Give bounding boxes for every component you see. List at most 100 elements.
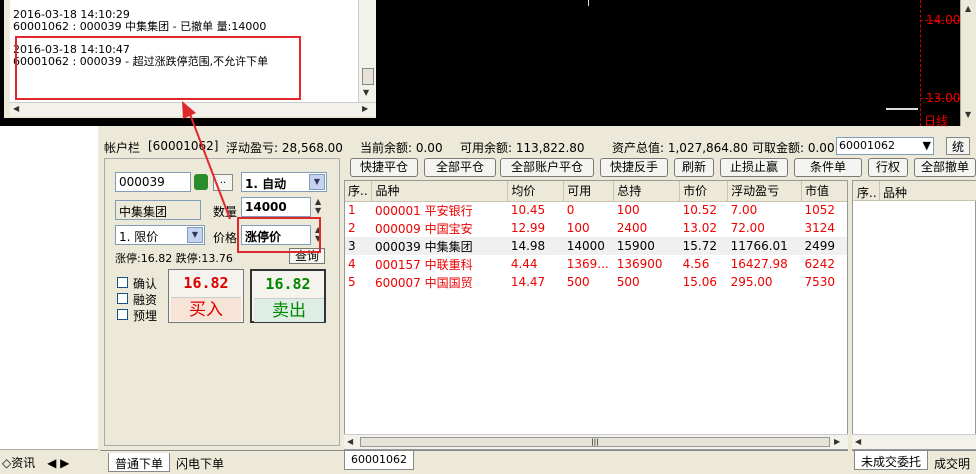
- price-type-value: 1. 限价: [119, 230, 159, 244]
- table-cell: 600007 中国国贸: [374, 275, 473, 290]
- quantity-input[interactable]: 14000: [241, 197, 311, 217]
- sell-button[interactable]: 16.82 卖出: [250, 269, 326, 323]
- chevron-down-icon[interactable]: ▼: [965, 110, 971, 119]
- table-cell: 10.52: [682, 203, 717, 218]
- table-cell: 14.47: [510, 275, 546, 289]
- nav-arrows-icon[interactable]: ◀ ▶: [47, 456, 69, 470]
- exercise-button[interactable]: 行权: [868, 158, 908, 177]
- chart-axis-line: [920, 0, 921, 126]
- table-cell: 1369...: [566, 257, 609, 271]
- column-header[interactable]: 序..: [345, 181, 373, 202]
- table-row[interactable]: 3 000039 中集集团 14.98 14000 15900 15.72 11…: [345, 237, 847, 255]
- limit-prices: 涨停:16.82 跌停:13.76: [115, 252, 233, 265]
- column-header[interactable]: 市价: [679, 181, 729, 202]
- table-cell: 72.00: [730, 221, 765, 235]
- column-header[interactable]: 总持: [613, 181, 681, 202]
- price-label: 价格: [213, 231, 238, 245]
- account-label: 帐户栏: [104, 141, 141, 155]
- column-header[interactable]: 品种: [883, 184, 907, 201]
- tab-account[interactable]: 60001062: [344, 451, 414, 470]
- close-all-accounts-button[interactable]: 全部账户平仓: [500, 158, 594, 177]
- confirm-checkbox[interactable]: [117, 277, 128, 288]
- orders-table[interactable]: 序.. 品种: [852, 180, 976, 450]
- chevron-right-icon[interactable]: ▶: [362, 104, 368, 113]
- log-vertical-scrollbar[interactable]: ▼: [358, 0, 376, 102]
- buy-button[interactable]: 16.82 买入: [168, 269, 244, 323]
- table-header: 序.. 品种 均价 可用 总持 市价 浮动盈亏 市值: [345, 181, 847, 202]
- sell-price: 16.82: [265, 275, 311, 293]
- chevron-left-icon[interactable]: ◀: [855, 437, 861, 446]
- table-cell: 6242: [804, 257, 836, 271]
- column-header[interactable]: 品种: [371, 181, 509, 202]
- account-selector[interactable]: 60001062 ▼: [836, 137, 934, 155]
- chart-scrollbar[interactable]: ▲ ▼: [960, 0, 976, 126]
- table-row[interactable]: 2 000009 中国宝安 12.99 100 2400 13.02 72.00…: [345, 219, 847, 237]
- period-label[interactable]: 日线: [924, 112, 948, 129]
- table-cell: 500: [616, 275, 640, 289]
- table-cell: 15900: [613, 237, 680, 255]
- available-balance: 可用余额: 113,822.80: [460, 141, 585, 155]
- column-header[interactable]: 浮动盈亏: [727, 181, 802, 202]
- column-header[interactable]: 市值: [801, 181, 847, 202]
- quick-close-button[interactable]: 快捷平仓: [350, 158, 418, 177]
- table-cell: 2499: [801, 237, 847, 255]
- tab-flash-order[interactable]: 闪电下单: [170, 453, 230, 472]
- table-cell: 2400: [616, 221, 648, 235]
- table-cell: 11766.01: [727, 237, 802, 255]
- account-action-button[interactable]: 统: [946, 137, 970, 155]
- column-header[interactable]: 序..: [857, 184, 877, 201]
- close-all-button[interactable]: 全部平仓: [424, 158, 496, 177]
- table-cell: 7.00: [730, 203, 758, 218]
- price-chart[interactable]: 14.00 13.00 日线: [380, 0, 961, 129]
- quick-reverse-button[interactable]: 快捷反手: [600, 158, 668, 177]
- positions-table[interactable]: 序.. 品种 均价 可用 总持 市价 浮动盈亏 市值 1 000001 平安银行…: [344, 180, 848, 450]
- table-cell: 3124: [804, 221, 836, 235]
- chevron-right-icon[interactable]: ▶: [834, 437, 840, 446]
- annotation-box-log: [15, 36, 301, 100]
- table-row[interactable]: 1 000001 平安银行 10.45 0 100 10.52 7.00 105…: [345, 201, 847, 219]
- refresh-button[interactable]: 刷新: [674, 158, 714, 177]
- table-cell: 295.00: [730, 275, 773, 289]
- table-cell: 500: [566, 275, 590, 289]
- chevron-left-icon[interactable]: ◀: [13, 104, 19, 113]
- chevron-down-icon[interactable]: ▼: [363, 88, 369, 97]
- tab-normal-order[interactable]: 普通下单: [108, 453, 171, 472]
- chevron-down-icon: ▼: [309, 174, 325, 190]
- preorder-checkbox[interactable]: [117, 309, 128, 320]
- table-cell: 14.98: [507, 237, 564, 255]
- withdrawable-amount: 可取金额: 0.00: [752, 141, 835, 155]
- margin-checkbox[interactable]: [117, 293, 128, 304]
- tab-fills[interactable]: 成交明: [928, 453, 976, 472]
- column-header[interactable]: 均价: [507, 181, 565, 202]
- table-cell: 100: [566, 221, 590, 235]
- table-cell: 0: [566, 203, 575, 218]
- price-axis-label: 14.00: [926, 13, 961, 27]
- scroll-thumb[interactable]: [362, 68, 374, 85]
- mode-select[interactable]: 1. 自动 ▼: [241, 172, 327, 192]
- chevron-left-icon[interactable]: ◀: [347, 437, 353, 446]
- buy-price: 16.82: [183, 274, 229, 292]
- table-cell: 16427.98: [730, 257, 788, 271]
- scroll-thumb[interactable]: |||: [360, 437, 830, 447]
- chevron-up-icon[interactable]: ▲: [965, 4, 971, 13]
- sell-label: 卖出: [254, 298, 324, 322]
- table-header: 序.. 品种: [853, 181, 976, 201]
- table-cell: 15.72: [679, 237, 728, 255]
- conditional-order-button[interactable]: 条件单: [794, 158, 862, 177]
- margin-label: 融资: [133, 293, 158, 307]
- positions-horizontal-scrollbar[interactable]: ◀ ||| ▶: [344, 434, 848, 449]
- table-cell: 12.99: [510, 221, 546, 235]
- tab-unfilled-orders[interactable]: 未成交委托: [854, 451, 929, 470]
- quantity-stepper[interactable]: ▲ ▼: [315, 197, 321, 215]
- table-row[interactable]: 4 000157 中联重科 4.44 1369... 136900 4.56 1…: [345, 255, 847, 273]
- info-tab[interactable]: 资讯: [11, 456, 35, 470]
- table-cell: 14000: [563, 237, 614, 255]
- table-row[interactable]: 5 600007 中国国贸 14.47 500 500 15.06 295.00…: [345, 273, 847, 291]
- column-header[interactable]: 可用: [563, 181, 615, 202]
- cancel-all-button[interactable]: 全部撤单: [914, 158, 976, 177]
- stop-loss-button[interactable]: 止损止赢: [720, 158, 788, 177]
- table-cell: 10.45: [510, 203, 546, 218]
- price-type-select[interactable]: 1. 限价 ▼: [115, 225, 205, 245]
- orders-horizontal-scrollbar[interactable]: ◀: [852, 434, 976, 449]
- buy-label: 买入: [171, 297, 241, 321]
